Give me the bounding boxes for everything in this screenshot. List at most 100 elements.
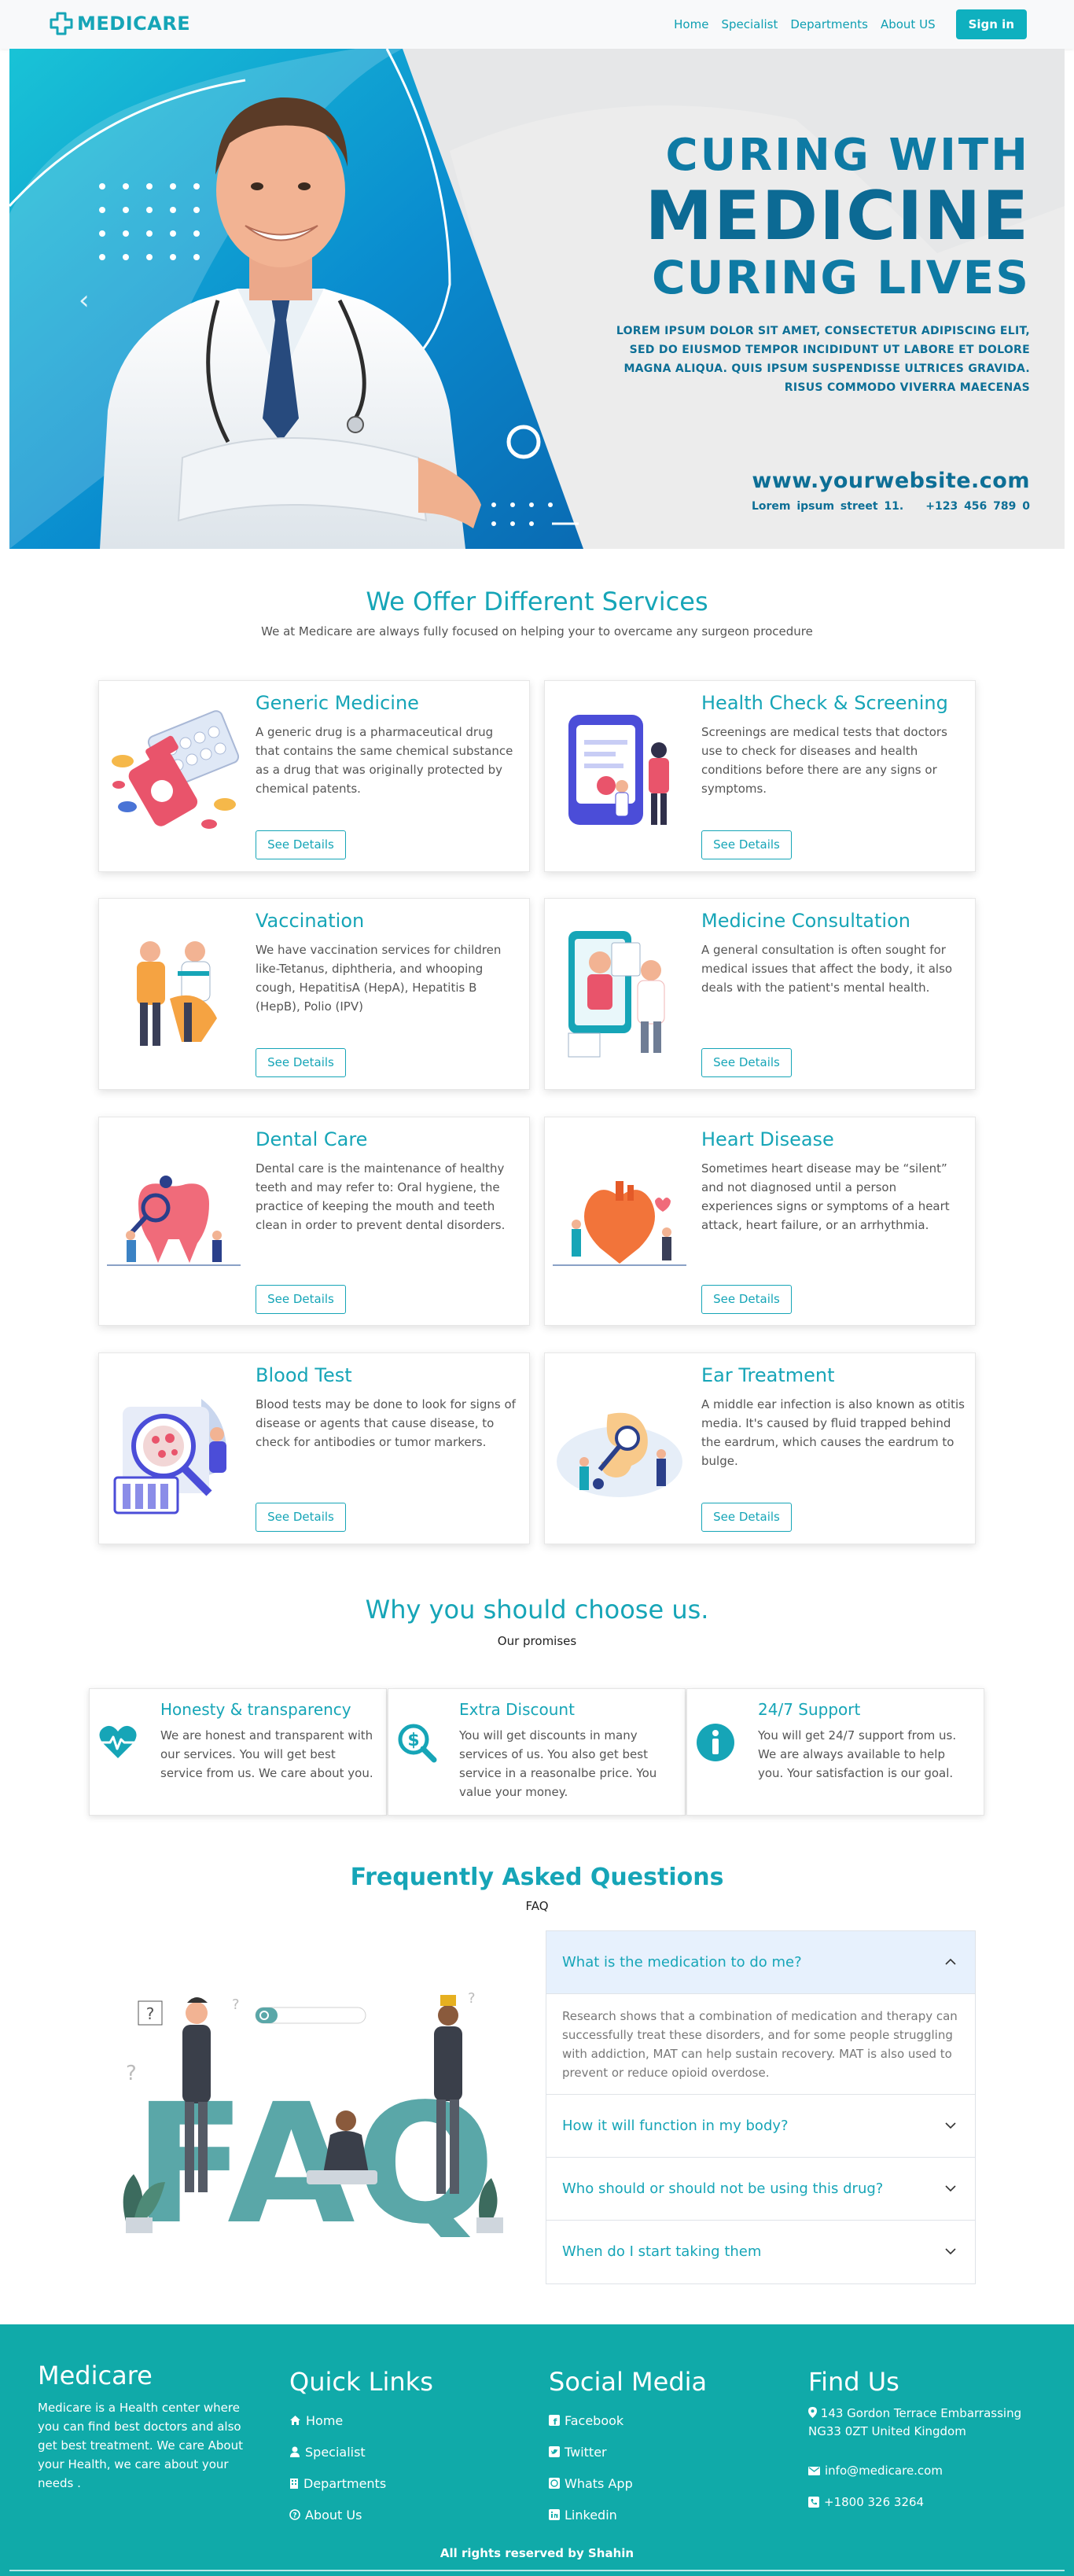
service-title: Dental Care bbox=[256, 1128, 368, 1150]
promise-card-discount: $ Extra Discount You will get discounts … bbox=[388, 1688, 686, 1816]
faq-answer-1: Research shows that a combination of med… bbox=[546, 1994, 975, 2095]
service-title: Health Check & Screening bbox=[701, 692, 948, 714]
chevron-down-icon bbox=[945, 2185, 956, 2192]
see-details-button[interactable]: See Details bbox=[256, 1503, 346, 1532]
brand[interactable]: MEDICARE bbox=[49, 11, 190, 36]
nav-link-about-us[interactable]: About US bbox=[881, 17, 936, 31]
service-description: We have vaccination services for childre… bbox=[256, 943, 502, 1014]
svg-text:?: ? bbox=[232, 1996, 240, 2013]
hero-headline-line-1: CURING WITH bbox=[665, 130, 1030, 181]
faq-question-text: Who should or should not be using this d… bbox=[562, 2180, 884, 2197]
service-card-dental-care: Dental Care Dental care is the maintenan… bbox=[98, 1117, 530, 1326]
promise-card-support: 24/7 Support You will get 24/7 support f… bbox=[686, 1688, 984, 1816]
footer-email[interactable]: info@medicare.com bbox=[808, 2455, 1036, 2486]
vaccination-icon bbox=[137, 941, 217, 1046]
service-card-vaccination: Vaccination We have vaccination services… bbox=[98, 898, 530, 1090]
footer-phone[interactable]: +1800 326 3264 bbox=[808, 2486, 1036, 2518]
nav-links: Home Specialist Departments About US Sig… bbox=[668, 9, 1027, 39]
service-description: A general consultation is often sought f… bbox=[701, 943, 953, 995]
faq-question-1[interactable]: What is the medication to do me? bbox=[546, 1931, 975, 1994]
hero-headline-line-2: MEDICINE bbox=[645, 177, 1030, 256]
screening-phone-icon bbox=[568, 715, 669, 825]
hero-phone: +123 456 789 0 bbox=[925, 500, 1030, 513]
question-circle-icon: ? bbox=[289, 2509, 300, 2520]
footer-find-title: Find Us bbox=[808, 2367, 899, 2397]
medical-cross-logo-icon bbox=[50, 12, 73, 35]
faq-question-2[interactable]: How it will function in my body? bbox=[546, 2095, 975, 2158]
building-icon bbox=[290, 2478, 298, 2489]
faq-question-text: How it will function in my body? bbox=[562, 2118, 789, 2134]
carousel-prev-arrow-icon[interactable]: ‹ bbox=[79, 285, 90, 316]
nav-link-home[interactable]: Home bbox=[674, 17, 708, 31]
footer-social-label: Whats App bbox=[565, 2475, 633, 2491]
service-title: Vaccination bbox=[256, 910, 365, 932]
copyright: All rights reserved by Shahin bbox=[440, 2546, 634, 2560]
footer-link-label: About Us bbox=[305, 2507, 362, 2523]
service-description: A middle ear infection is also known as … bbox=[701, 1397, 965, 1468]
footer-link-specialist[interactable]: Specialist bbox=[289, 2436, 433, 2467]
chevron-down-icon bbox=[945, 2248, 956, 2255]
sign-in-button[interactable]: Sign in bbox=[955, 9, 1027, 39]
hero-headline: CURING WITH MEDICINE CURING LIVES bbox=[645, 130, 1030, 301]
home-icon bbox=[290, 2416, 300, 2425]
see-details-button[interactable]: See Details bbox=[256, 1048, 346, 1077]
footer-social-linkedin[interactable]: Linkedin bbox=[549, 2499, 707, 2530]
nav-link-departments[interactable]: Departments bbox=[790, 17, 868, 31]
promise-text: You will get 24/7 support from us. We ar… bbox=[758, 1728, 957, 1780]
service-card-heart-disease: Heart Disease Sometimes heart disease ma… bbox=[544, 1117, 976, 1326]
service-card-generic-medicine: Generic Medicine A generic drug is a pha… bbox=[98, 680, 530, 872]
footer-link-departments[interactable]: Departments bbox=[289, 2467, 433, 2499]
see-details-button[interactable]: See Details bbox=[701, 1285, 792, 1314]
svg-text:?: ? bbox=[292, 2512, 296, 2520]
footer-link-label: Home bbox=[306, 2412, 344, 2428]
footer-social-facebook[interactable]: f Facebook bbox=[549, 2405, 707, 2436]
nav-link-specialist[interactable]: Specialist bbox=[721, 17, 778, 31]
footer-about: Medicare Medicare is a Health center whe… bbox=[38, 2361, 262, 2493]
footer-social-twitter[interactable]: Twitter bbox=[549, 2436, 707, 2467]
footer-social-label: Twitter bbox=[565, 2444, 607, 2460]
brand-name: MEDICARE bbox=[77, 13, 191, 35]
promise-title: Honesty & transparency bbox=[160, 1700, 351, 1719]
service-card-blood-test: Blood Test Blood tests may be done to lo… bbox=[98, 1352, 530, 1544]
see-details-button[interactable]: See Details bbox=[701, 1503, 792, 1532]
faq-illustration: FAQ ? ? ? ? bbox=[123, 1990, 503, 2237]
footer-find-us: Find Us 143 Gordon Terrace Embarrassing … bbox=[808, 2367, 1036, 2518]
footer-social-label: Facebook bbox=[565, 2412, 624, 2428]
tooth-icon bbox=[107, 1176, 241, 1266]
see-details-button[interactable]: See Details bbox=[256, 1285, 346, 1314]
promise-title: Extra Discount bbox=[459, 1700, 575, 1719]
faq-question-3[interactable]: Who should or should not be using this d… bbox=[546, 2158, 975, 2221]
footer-link-home[interactable]: Home bbox=[289, 2405, 433, 2436]
footer-link-label: Specialist bbox=[305, 2444, 366, 2460]
service-title: Generic Medicine bbox=[256, 692, 419, 714]
service-title: Medicine Consultation bbox=[701, 910, 910, 932]
service-card-ear-treatment: Ear Treatment A middle ear infection is … bbox=[544, 1352, 976, 1544]
see-details-button[interactable]: See Details bbox=[256, 830, 346, 859]
blood-test-icon bbox=[113, 1399, 226, 1514]
dollar-search-icon: $ bbox=[398, 1724, 437, 1763]
service-description: A generic drug is a pharmaceutical drug … bbox=[256, 725, 513, 796]
navbar: MEDICARE Home Specialist Departments Abo… bbox=[0, 0, 1074, 49]
linkedin-icon bbox=[549, 2509, 560, 2520]
footer-email-text: info@medicare.com bbox=[825, 2464, 943, 2478]
heart-organ-icon bbox=[553, 1181, 686, 1266]
footer-link-label: Departments bbox=[303, 2475, 387, 2491]
promise-text: We are honest and transparent with our s… bbox=[160, 1728, 373, 1780]
consultation-icon bbox=[568, 931, 665, 1058]
svg-text:f: f bbox=[554, 2417, 557, 2427]
svg-text:$: $ bbox=[407, 1731, 419, 1750]
facebook-icon: f bbox=[549, 2415, 560, 2426]
phone-icon bbox=[808, 2497, 819, 2508]
hero-paragraph: LOREM IPSUM DOLOR SIT AMET, CONSECTETUR … bbox=[616, 325, 1030, 394]
service-description: Screenings are medical tests that doctor… bbox=[701, 725, 947, 796]
hero-contact: Lorem ipsum street 11. +123 456 789 0 bbox=[752, 500, 1030, 513]
see-details-button[interactable]: See Details bbox=[701, 1048, 792, 1077]
promise-title: 24/7 Support bbox=[758, 1700, 861, 1719]
see-details-button[interactable]: See Details bbox=[701, 830, 792, 859]
faq-question-4[interactable]: When do I start taking them bbox=[546, 2221, 975, 2283]
footer-quick-links: Quick Links Home Specialist Departments … bbox=[289, 2367, 433, 2530]
footer-social-whatsapp[interactable]: Whats App bbox=[549, 2467, 707, 2499]
footer-link-about-us[interactable]: ? About Us bbox=[289, 2499, 433, 2530]
footer-social: Social Media f Facebook Twitter Whats Ap… bbox=[549, 2367, 707, 2530]
footer-quick-links-title: Quick Links bbox=[289, 2367, 433, 2397]
